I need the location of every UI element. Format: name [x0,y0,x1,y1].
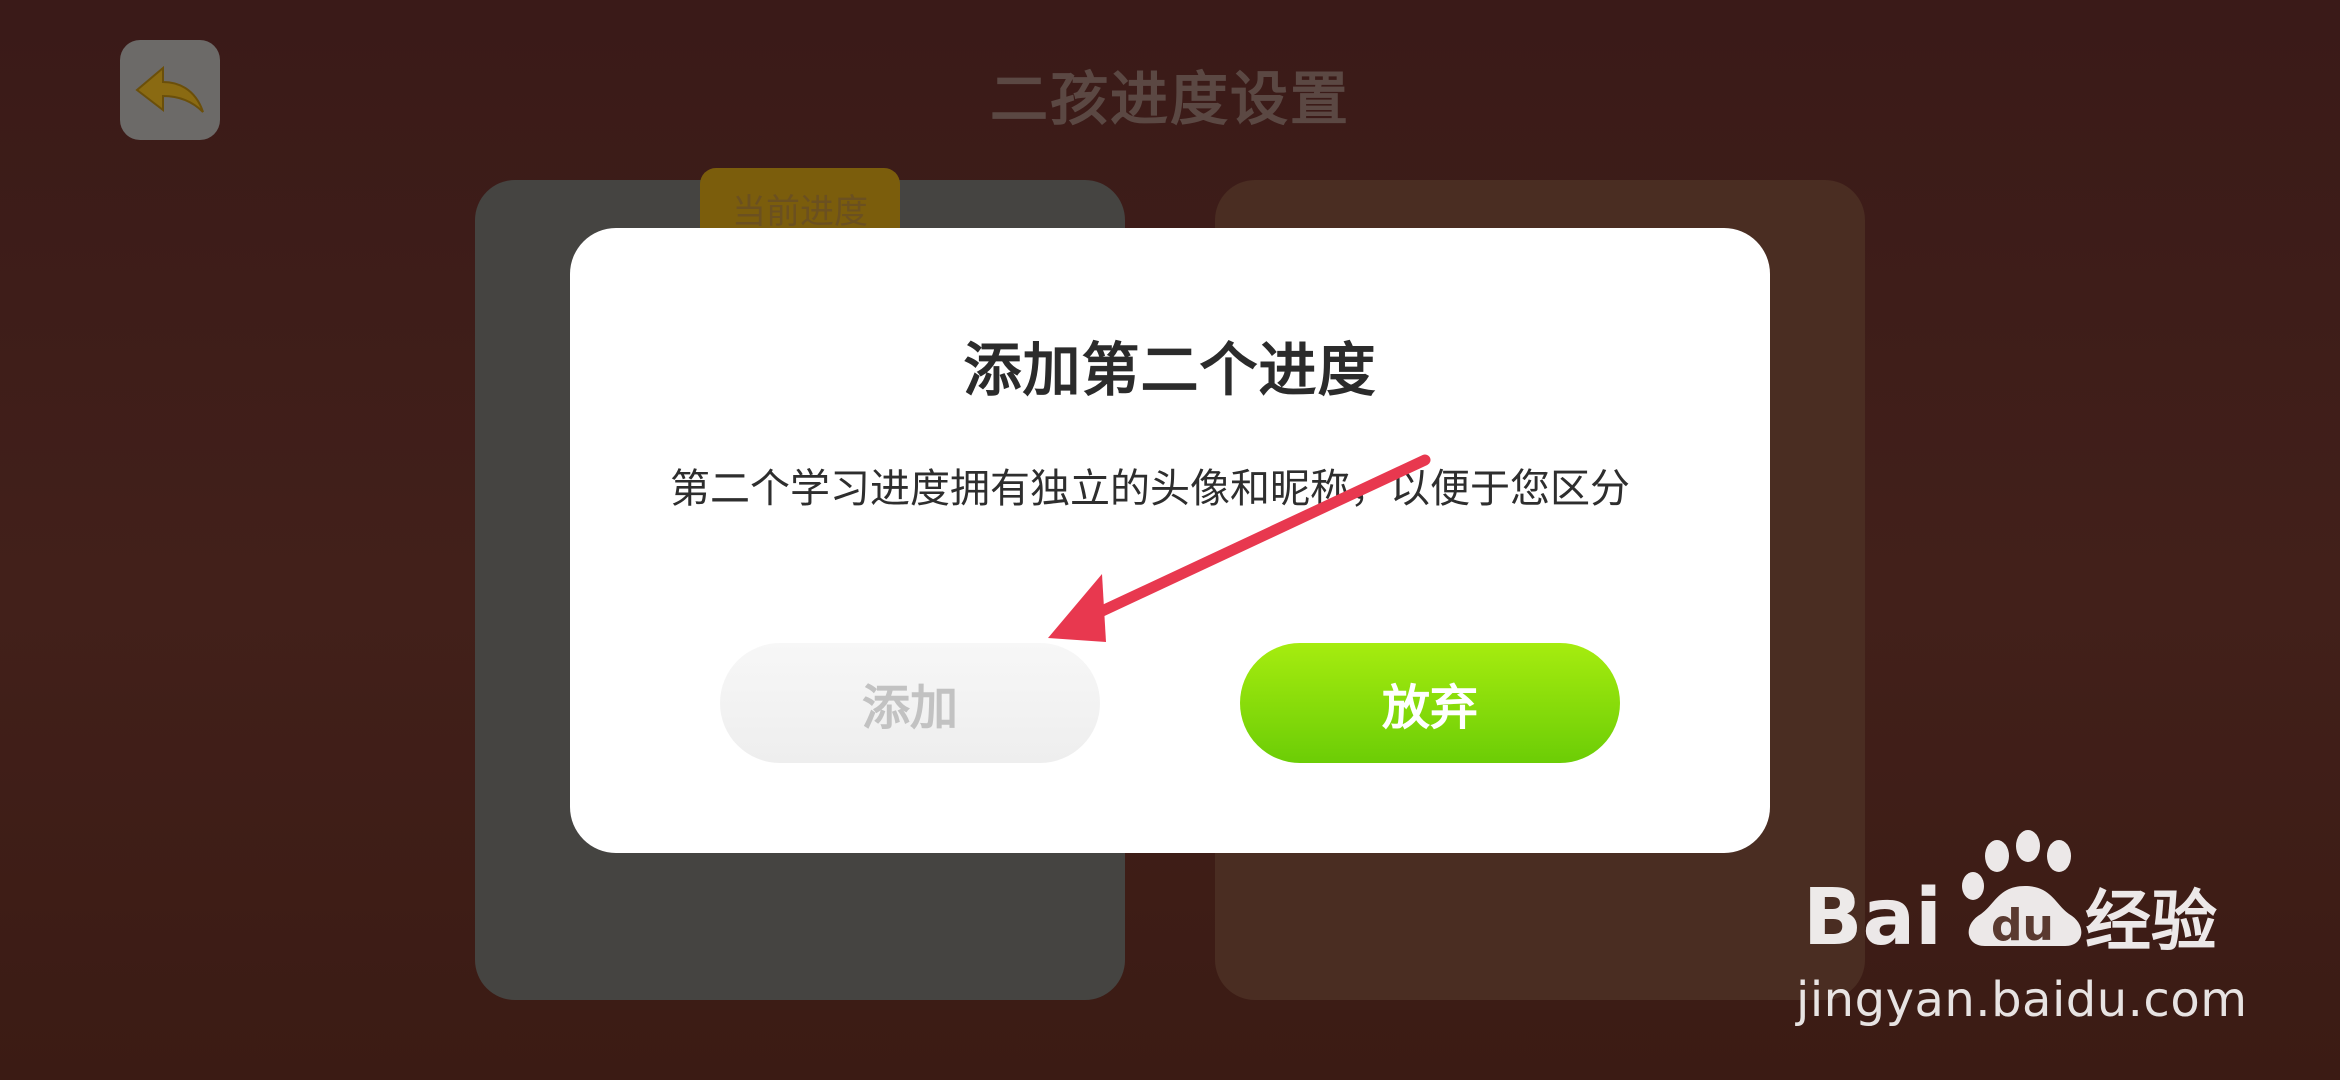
svg-text:Bai: Bai [1803,873,1942,963]
screen: 二孩进度设置 当前进度 添加第二个进度 第二个学习进度拥有独立的头像和昵称，以便… [0,0,2340,1080]
dialog-title: 添加第二个进度 [963,336,1377,404]
svg-text:经验: 经验 [2085,883,2217,960]
add-button[interactable]: 添加 [720,643,1100,763]
dialog-description: 第二个学习进度拥有独立的头像和昵称，以便于您区分 [670,466,1630,512]
watermark-url: jingyan.baidu.com [1796,972,2248,1028]
baidu-jingyan-watermark-logo: Bai du 经验 [1803,830,2217,963]
svg-text:du: du [1991,900,2054,951]
page-title: 二孩进度设置 [989,65,1350,133]
cancel-button[interactable]: 放弃 [1240,643,1620,763]
add-progress-dialog: 添加第二个进度 第二个学习进度拥有独立的头像和昵称，以便于您区分 添加 放弃 [570,228,1770,853]
